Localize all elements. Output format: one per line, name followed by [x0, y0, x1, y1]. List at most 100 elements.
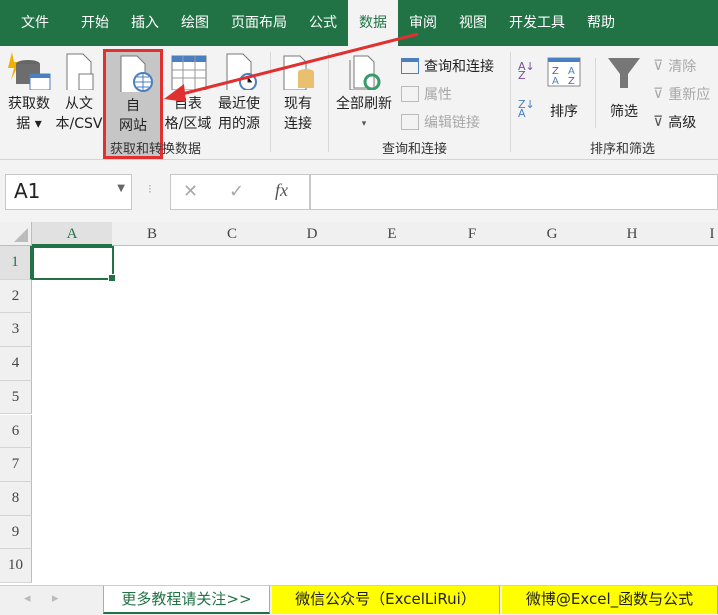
tab-view[interactable]: 视图	[448, 0, 498, 46]
tab-data[interactable]: 数据	[348, 0, 398, 46]
column-header-I[interactable]: I	[672, 222, 718, 246]
formula-buttons: ✕ ✓ fx	[170, 174, 310, 210]
database-icon	[8, 52, 51, 90]
tab-draw[interactable]: 绘图	[170, 0, 220, 46]
sheet-tab-3[interactable]: 微博@Excel_函数与公式	[502, 586, 718, 614]
row-header-1[interactable]: 1	[0, 246, 32, 280]
from-text-label-2: 本/CSV	[55, 116, 103, 132]
sort-z-a-button[interactable]: Z↓ A	[518, 98, 535, 120]
row-header-10[interactable]: 10	[0, 549, 32, 583]
divider	[510, 52, 511, 152]
connections-icon	[283, 55, 314, 90]
row-header-9[interactable]: 9	[0, 515, 32, 550]
tab-insert[interactable]: 插入	[120, 0, 170, 46]
sort-ascending-icon: A↓ Z	[518, 60, 535, 82]
tab-page-layout[interactable]: 页面布局	[220, 0, 298, 46]
from-text-csv-button[interactable]: 从文 本/CSV	[54, 50, 104, 134]
column-header-F[interactable]: F	[432, 222, 513, 246]
sort-a-z-button[interactable]: A↓ Z	[518, 60, 535, 82]
from-table-button[interactable]: 自表 格/区域	[162, 50, 214, 134]
advanced-button[interactable]: ⊽ 高级	[653, 112, 696, 132]
group-label-get-transform: 获取和转换数据	[110, 142, 202, 157]
clear-button[interactable]: ⊽ 清除	[653, 56, 696, 76]
properties-icon	[401, 86, 419, 102]
column-header-G[interactable]: G	[512, 222, 593, 246]
ribbon-tabs: 文件 开始 插入 绘图 页面布局 公式 数据 审阅 视图 开发工具 帮助	[0, 0, 718, 46]
get-data-button[interactable]: 获取数 据 ▾	[3, 50, 55, 134]
sort-button[interactable]: ZAAZ 排序	[544, 56, 584, 122]
select-all-triangle-icon	[14, 228, 28, 242]
column-header-E[interactable]: E	[352, 222, 433, 246]
row-header-4[interactable]: 4	[0, 347, 32, 381]
column-header-A[interactable]: A	[32, 222, 113, 246]
filter-button[interactable]: 筛选	[604, 56, 644, 122]
clear-filter-icon: ⊽	[653, 58, 664, 74]
refresh-all-label: 全部刷新	[336, 96, 392, 112]
row-header-5[interactable]: 5	[0, 380, 32, 415]
table-icon	[171, 55, 207, 90]
tab-review[interactable]: 审阅	[398, 0, 448, 46]
from-table-label-2: 格/区域	[164, 116, 212, 132]
from-web-label-2: 网站	[119, 118, 147, 134]
row-header-3[interactable]: 3	[0, 313, 32, 348]
formula-bar: A1 ▼ ⁝ ✕ ✓ fx	[0, 160, 718, 222]
clear-label: 清除	[668, 59, 697, 75]
scroll-left-icon[interactable]: ◂	[24, 591, 31, 606]
edit-links-button[interactable]: 编辑链接	[401, 112, 480, 132]
queries-connections-button[interactable]: 查询和连接	[401, 56, 494, 76]
tab-home[interactable]: 开始	[70, 0, 120, 46]
spreadsheet-grid[interactable]: ABCDEFGHI 1 2 3 4 5 6 7 8 9 10	[0, 222, 718, 585]
sheet-tabs-bar: ◂ ▸ 更多教程请关注>> 微信公众号（ExcelLiRui） 微博@Excel…	[0, 585, 718, 615]
chevron-down-icon[interactable]: ▼	[117, 183, 125, 194]
reapply-button[interactable]: ⊽ 重新应	[653, 84, 710, 104]
get-data-label: 获取数	[8, 96, 50, 112]
name-box-value: A1	[14, 179, 41, 203]
formula-input[interactable]	[310, 174, 718, 210]
column-header-D[interactable]: D	[272, 222, 353, 246]
column-header-H[interactable]: H	[592, 222, 673, 246]
existing-label-2: 连接	[284, 116, 312, 132]
sheet-tab-2[interactable]: 微信公众号（ExcelLiRui）	[272, 586, 500, 614]
edit-links-label: 编辑链接	[424, 115, 480, 131]
properties-button[interactable]: 属性	[401, 84, 452, 104]
enter-button[interactable]: ✓	[229, 181, 244, 202]
select-all-button[interactable]	[0, 222, 32, 246]
advanced-label: 高级	[668, 115, 697, 131]
reapply-icon: ⊽	[653, 86, 664, 102]
existing-label: 现有	[284, 96, 312, 112]
row-header-2[interactable]: 2	[0, 279, 32, 314]
name-box[interactable]: A1 ▼	[5, 174, 132, 210]
active-cell-a1[interactable]	[32, 246, 116, 282]
cancel-button[interactable]: ✕	[183, 181, 198, 202]
column-header-B[interactable]: B	[112, 222, 193, 246]
from-text-label: 从文	[65, 96, 93, 112]
column-header-C[interactable]: C	[192, 222, 273, 246]
scroll-right-icon[interactable]: ▸	[52, 591, 59, 606]
recent-sources-button[interactable]: 最近使 用的源	[214, 50, 264, 134]
sort-descending-icon: Z↓ A	[518, 98, 535, 120]
existing-connections-button[interactable]: 现有 连接	[276, 50, 320, 134]
divider	[328, 52, 329, 152]
insert-function-button[interactable]: fx	[275, 180, 288, 201]
sheet-tab-1[interactable]: 更多教程请关注>>	[103, 586, 270, 614]
recent-label-2: 用的源	[218, 116, 260, 132]
tab-file[interactable]: 文件	[0, 0, 70, 46]
row-header-8[interactable]: 8	[0, 481, 32, 516]
refresh-all-button[interactable]: 全部刷新 ▾	[332, 50, 396, 134]
reapply-label: 重新应	[668, 87, 711, 103]
refresh-icon	[349, 55, 381, 90]
advanced-filter-icon: ⊽	[653, 114, 664, 130]
grip-icon: ⁝	[148, 182, 152, 196]
row-header-7[interactable]: 7	[0, 448, 32, 482]
tab-help[interactable]: 帮助	[576, 0, 626, 46]
ribbon: 获取数 据 ▾ 从文 本/CSV 自 网站 自表 格/区域 最近使 用的源 现有…	[0, 46, 718, 160]
svg-text:Z: Z	[568, 76, 575, 87]
globe-file-icon	[120, 55, 153, 92]
tab-developer[interactable]: 开发工具	[498, 0, 576, 46]
get-data-label-2: 据 ▾	[16, 116, 42, 132]
tab-formulas[interactable]: 公式	[298, 0, 348, 46]
row-header-6[interactable]: 6	[0, 414, 32, 449]
queries-icon	[401, 58, 419, 74]
filter-label: 筛选	[610, 104, 638, 120]
text-file-icon	[66, 53, 94, 90]
